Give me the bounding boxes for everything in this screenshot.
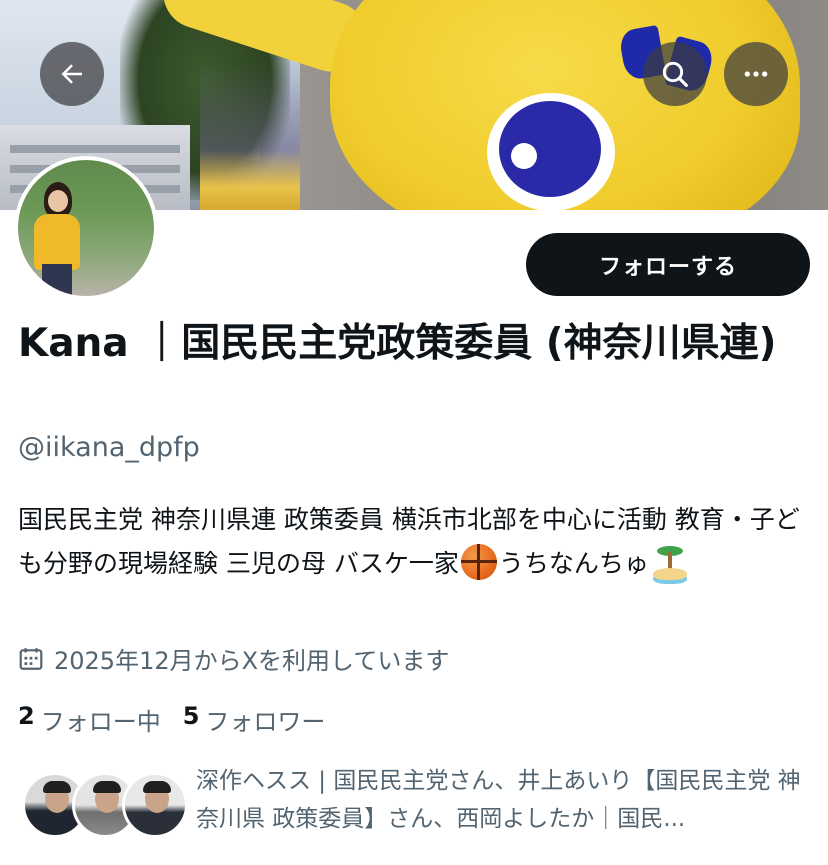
- user-handle: @iikana_dpfp: [18, 432, 200, 463]
- followers-label: フォロワー: [205, 708, 326, 736]
- profile-avatar[interactable]: [14, 156, 158, 300]
- island-emoji: [651, 544, 689, 580]
- mutual-avatar-hair: [143, 781, 171, 793]
- more-button[interactable]: [724, 42, 788, 106]
- search-icon: [662, 61, 688, 87]
- mutual-avatar-hair: [93, 781, 121, 793]
- back-button[interactable]: [40, 42, 104, 106]
- follow-stats: 2 フォロー中 5 フォロワー: [18, 702, 347, 737]
- follow-button[interactable]: フォローする: [526, 233, 810, 296]
- following-label: フォロー中: [40, 708, 161, 736]
- avatar-face: [48, 190, 68, 212]
- calendar-icon: [19, 647, 43, 670]
- display-name: Kana ｜国民民主党政策委員 (神奈川県連): [18, 321, 777, 366]
- following-link[interactable]: 2 フォロー中: [18, 702, 161, 737]
- joined-date: 2025年12月からXを利用しています: [18, 641, 449, 676]
- arrow-left-icon: [61, 64, 82, 84]
- search-button[interactable]: [643, 42, 707, 106]
- more-horizontal-icon: [744, 71, 768, 77]
- mascot-eye: [487, 93, 615, 210]
- joined-text: 2025年12月からXを利用しています: [54, 647, 450, 675]
- profile-bio: 国民民主党 神奈川県連 政策委員 横浜市北部を中心に活動 教育・子ども分野の現場…: [18, 498, 818, 586]
- mutual-avatar-3: [122, 772, 188, 838]
- avatar-torso: [34, 214, 80, 270]
- island-sand: [652, 568, 687, 580]
- mutual-followers-text: 深作ヘスス | 国民民主党さん、井上あいり【国民民主党 神奈川県 政策委員】さん…: [196, 768, 801, 832]
- following-count: 2: [18, 702, 35, 730]
- followers-count: 5: [182, 702, 200, 730]
- bio-text-part2: うちなんちゅ: [498, 549, 649, 578]
- mutual-avatars: [22, 772, 188, 840]
- avatar-photo: [18, 160, 154, 296]
- mutual-avatar-hair: [43, 781, 71, 793]
- followers-link[interactable]: 5 フォロワー: [183, 702, 326, 737]
- avatar-legs: [42, 264, 72, 296]
- basketball-emoji: [460, 544, 497, 580]
